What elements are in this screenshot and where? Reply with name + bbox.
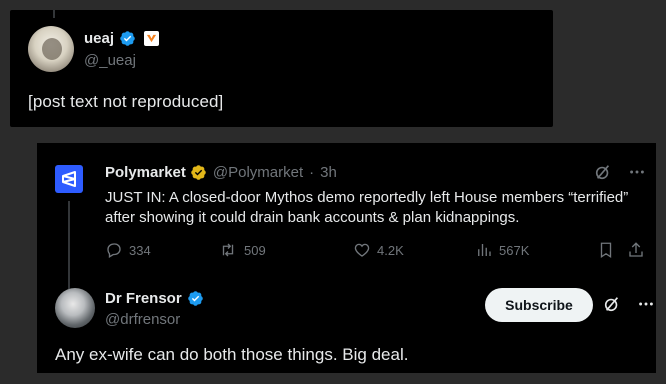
more-icon[interactable] [628, 163, 646, 181]
separator-dot: · [309, 164, 315, 181]
reply-button[interactable]: 334 [105, 241, 151, 259]
bookmark-button[interactable] [597, 241, 615, 259]
polymarket-handle[interactable]: @Polymarket [213, 164, 303, 181]
post-time[interactable]: 3h [320, 164, 337, 181]
like-button[interactable]: 4.2K [353, 241, 404, 259]
repost-count: 509 [244, 242, 266, 258]
top-post-author: ueaj [84, 30, 160, 47]
top-post: ueaj @_ueaj [post text not reproduced] [10, 10, 553, 127]
verified-icon [187, 291, 203, 306]
quoted-post-body: JUST IN: A closed-door Mythos demo repor… [105, 189, 629, 226]
views-icon [478, 244, 491, 256]
thread-line [53, 10, 55, 18]
reply-icon [107, 243, 121, 258]
reply-post-actions-top [603, 295, 655, 313]
quoted-post-action-bar: 334 509 4.2K 567K [105, 241, 645, 261]
quoted-post-actions-top [594, 163, 646, 181]
author-handle: @_ueaj [84, 52, 136, 69]
author-name[interactable]: ueaj [84, 30, 114, 47]
reply-post-author: Dr Frensor [105, 290, 204, 307]
bookmark-icon [600, 242, 612, 259]
views-button[interactable]: 567K [475, 241, 529, 259]
share-button[interactable] [627, 241, 645, 259]
more-icon[interactable] [637, 295, 655, 313]
repost-icon [222, 243, 234, 257]
drfrensor-name[interactable]: Dr Frensor [105, 290, 182, 307]
share-icon [629, 242, 643, 257]
drfrensor-handle[interactable]: @drfrensor [105, 311, 180, 328]
like-count: 4.2K [377, 242, 404, 258]
thread-container: Polymarket @Polymarket · 3h JUST IN: A c… [37, 143, 656, 373]
reply-thread-line [68, 201, 70, 289]
quoted-post-header: Polymarket @Polymarket · 3h [105, 164, 337, 181]
like-icon [354, 243, 370, 257]
avatar-ueaj[interactable] [28, 26, 74, 72]
polymarket-name[interactable]: Polymarket [105, 164, 186, 181]
avatar-drfrensor[interactable] [55, 288, 95, 328]
gold-verified-icon [191, 165, 206, 180]
grok-icon[interactable] [594, 163, 612, 181]
polymarket-logo-icon [62, 171, 76, 187]
repost-button[interactable]: 509 [218, 241, 266, 259]
reply-post-body: Any ex-wife can do both those things. Bi… [55, 345, 409, 364]
verified-icon [120, 31, 135, 46]
polymarket-avatar[interactable] [55, 165, 83, 193]
subscribe-button[interactable]: Subscribe [485, 288, 593, 322]
affiliate-badge-icon[interactable] [144, 31, 160, 46]
views-count: 567K [499, 242, 530, 258]
reply-count: 334 [129, 242, 151, 258]
grok-icon[interactable] [603, 295, 621, 313]
post-body: [post text not reproduced] [28, 92, 224, 111]
